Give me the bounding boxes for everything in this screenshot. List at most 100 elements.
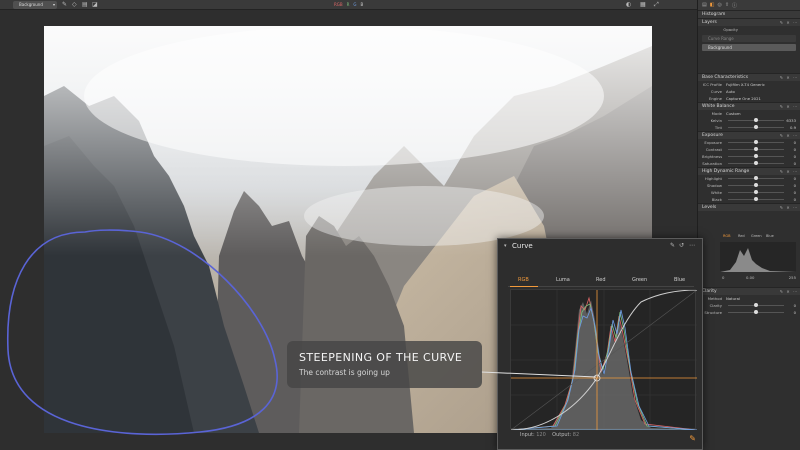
channel-indicators: RGB R G B [334, 1, 363, 9]
icc-profile-row[interactable]: ICC Profile Fujifilm X-T4 Generic [698, 81, 800, 88]
contrast-track[interactable] [728, 147, 784, 151]
clarity-method-row[interactable]: Method Natural [698, 295, 800, 302]
white-slider[interactable]: White 0 [698, 189, 800, 196]
exposure-track[interactable] [728, 140, 784, 144]
black-track[interactable] [728, 197, 784, 201]
exposure-knob[interactable] [754, 140, 758, 144]
eraser-icon[interactable]: ◇ [72, 1, 77, 9]
brightness-label: Brightness [702, 154, 723, 159]
tint-slider[interactable]: Tint 0.9 [698, 124, 800, 131]
structure-knob[interactable] [754, 310, 758, 314]
clarity-track[interactable] [728, 303, 784, 307]
brightness-slider[interactable]: Brightness 0 [698, 153, 800, 160]
panel-actions-icon[interactable]: ✎ ✕ ⋯ [780, 204, 798, 212]
contrast-knob[interactable] [754, 147, 758, 151]
curve-row[interactable]: Curve Auto [698, 88, 800, 95]
contrast-label: Contrast [705, 147, 722, 152]
tint-track[interactable] [728, 125, 784, 129]
tab-red[interactable]: Red [596, 277, 606, 283]
more-icon[interactable]: ⋯ [689, 242, 695, 249]
top-toolbar: Background ▾ ✎ ◇ ▤ ◪ RGB R G B ◐ ▦ ⤢ [0, 0, 697, 10]
white-knob[interactable] [754, 190, 758, 194]
curve-value: Auto [726, 89, 735, 94]
kelvin-track[interactable] [728, 118, 784, 122]
levels-tab-green[interactable]: Green [751, 233, 762, 240]
black-knob[interactable] [754, 197, 758, 201]
levels-values: 0 0.00 255 [698, 274, 800, 281]
shadow-slider[interactable]: Shadow 0 [698, 182, 800, 189]
reset-icon[interactable]: ↺ [679, 242, 684, 249]
brightness-knob[interactable] [754, 154, 758, 158]
saturation-slider[interactable]: Saturation 0 [698, 160, 800, 167]
clarity-method-label: Method [707, 296, 722, 301]
gradient-icon[interactable]: ▤ [82, 1, 88, 9]
fullscreen-icon[interactable]: ⤢ [654, 1, 659, 9]
library-tab-icon[interactable]: ▤ [702, 2, 707, 8]
clarity-header[interactable]: Clarity ✎ ✕ ⋯ [698, 287, 800, 295]
layer-item[interactable]: Curve Range [702, 35, 796, 42]
layer-select-value: Background [19, 2, 43, 7]
shadow-label: Shadow [707, 183, 722, 188]
clarity-slider[interactable]: Clarity 0 [698, 302, 800, 309]
kelvin-slider[interactable]: Kelvin 6333 [698, 117, 800, 124]
color-picker-icon[interactable]: ✎ [689, 434, 696, 443]
wb-mode-row[interactable]: Mode Custom [698, 110, 800, 117]
exposure-slider[interactable]: Exposure 0 [698, 139, 800, 146]
layer-select[interactable]: Background ▾ [13, 1, 57, 9]
white-track[interactable] [728, 190, 784, 194]
shadow-knob[interactable] [754, 183, 758, 187]
levels-tab-blue[interactable]: Blue [766, 233, 774, 240]
brightness-track[interactable] [728, 154, 784, 158]
curve-header[interactable]: ▾ Curve ✎ ↺ ⋯ [498, 239, 702, 253]
chevron-down-icon[interactable]: ▾ [504, 243, 507, 249]
clarity-method-value: Natural [726, 296, 741, 301]
levels-header[interactable]: Levels ✎ ✕ ⋯ [698, 203, 800, 211]
base-characteristics-header[interactable]: Base Characteristics ✎ ✕ ⋯ [698, 73, 800, 81]
white-balance-header[interactable]: White Balance ✎ ✕ ⋯ [698, 102, 800, 110]
saturation-knob[interactable] [754, 161, 758, 165]
highlight-track[interactable] [728, 176, 784, 180]
hdr-title: High Dynamic Range [702, 169, 750, 174]
hdr-header[interactable]: High Dynamic Range ✎ ✕ ⋯ [698, 167, 800, 175]
layer-item-label: Curve Range [708, 36, 734, 41]
tab-green[interactable]: Green [632, 277, 647, 283]
export-tab-icon[interactable]: ⇪ [725, 2, 729, 8]
tint-value: 0.9 [789, 125, 796, 130]
structure-value: 0 [793, 310, 796, 315]
brush-icon[interactable]: ✎ [62, 1, 67, 9]
curve-graph[interactable] [510, 289, 698, 431]
levels-left-value: 0 [722, 275, 725, 280]
black-label: Black [711, 197, 722, 202]
histogram-header[interactable]: Histogram [698, 10, 800, 18]
highlight-knob[interactable] [754, 176, 758, 180]
engine-row[interactable]: Engine Capture One 2021 [698, 95, 800, 102]
black-slider[interactable]: Black 0 [698, 196, 800, 203]
adjust-tab-icon[interactable]: ◧ [710, 2, 715, 8]
levels-tab-rgb[interactable]: RGB [723, 233, 731, 240]
layers-header[interactable]: Layers ✎ ✕ ⋯ [698, 18, 800, 26]
highlight-slider[interactable]: Highlight 0 [698, 175, 800, 182]
background-layer-item[interactable]: Background [702, 44, 796, 51]
grid-icon[interactable]: ▦ [640, 1, 646, 9]
structure-slider[interactable]: Structure 0 [698, 309, 800, 316]
levels-histogram[interactable] [720, 242, 797, 272]
kelvin-knob[interactable] [754, 118, 758, 122]
compare-icon[interactable]: ◐ [626, 1, 631, 9]
wb-mode-value: Custom [726, 111, 741, 116]
pencil-icon[interactable]: ✎ [670, 242, 675, 249]
tab-luma[interactable]: Luma [556, 277, 570, 283]
contrast-slider[interactable]: Contrast 0 [698, 146, 800, 153]
clarity-knob[interactable] [754, 303, 758, 307]
levels-tab-red[interactable]: Red [738, 233, 745, 240]
tab-rgb[interactable]: RGB [518, 277, 529, 283]
structure-track[interactable] [728, 310, 784, 314]
shadow-track[interactable] [728, 183, 784, 187]
fill-icon[interactable]: ◪ [92, 1, 98, 9]
meta-tab-icon[interactable]: ⓘ [732, 2, 737, 9]
tab-blue[interactable]: Blue [674, 277, 685, 283]
exposure-header[interactable]: Exposure ✎ ✕ ⋯ [698, 131, 800, 139]
details-tab-icon[interactable]: ◎ [717, 2, 721, 8]
tint-knob[interactable] [754, 125, 758, 129]
levels-tabs: RGB Red Green Blue [698, 233, 800, 240]
saturation-track[interactable] [728, 161, 784, 165]
